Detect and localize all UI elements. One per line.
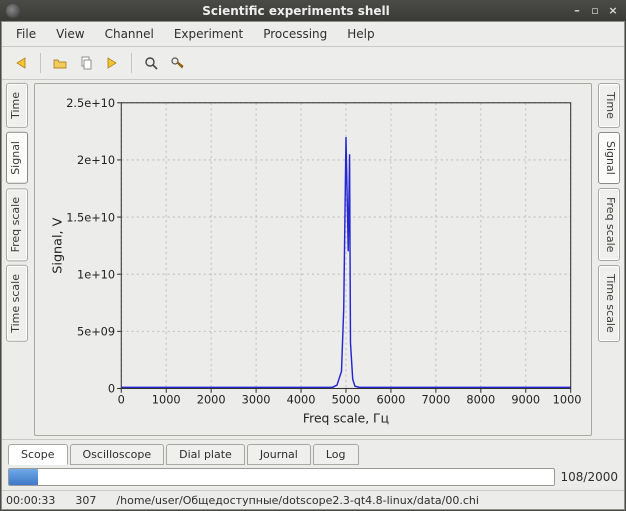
svg-text:1.5e+10: 1.5e+10 [66,210,115,224]
progress-label: 108/2000 [561,470,619,484]
tab-left-time[interactable]: Time [6,83,28,128]
copy-button[interactable] [73,50,99,76]
window-titlebar: Scientific experiments shell – ▫ × [0,0,626,21]
progress-slider[interactable] [8,468,555,486]
tab-right-signal[interactable]: Signal [598,132,620,184]
svg-text:0: 0 [118,392,125,406]
tab-left-freq-scale[interactable]: Freq scale [6,188,28,261]
minimize-button[interactable]: – [570,4,584,18]
svg-text:8000: 8000 [466,392,495,406]
maximize-button[interactable]: ▫ [588,4,602,18]
bottom-tabs: Scope Oscilloscope Dial plate Journal Lo… [2,439,624,464]
menu-file[interactable]: File [6,24,46,44]
app-icon [6,4,20,18]
svg-text:1e+10: 1e+10 [77,267,115,281]
app-window: File View Channel Experiment Processing … [1,21,625,510]
svg-text:2.5e+10: 2.5e+10 [66,96,115,110]
svg-text:Signal, V: Signal, V [50,217,65,274]
toolbar [2,47,624,80]
svg-text:9000: 9000 [511,392,540,406]
menu-processing[interactable]: Processing [253,24,337,44]
tab-right-time[interactable]: Time [598,83,620,128]
forward-button[interactable] [99,50,125,76]
back-button[interactable] [8,50,34,76]
svg-text:7000: 7000 [421,392,450,406]
svg-text:4000: 4000 [287,392,316,406]
close-button[interactable]: × [606,4,620,18]
statusbar: 00:00:33 307 /home/user/Общедоступные/do… [2,490,624,509]
svg-text:Freq scale, Гц: Freq scale, Гц [303,410,389,425]
zoom-button[interactable] [138,50,164,76]
menu-experiment[interactable]: Experiment [164,24,253,44]
svg-text:5e+09: 5e+09 [77,324,115,338]
left-side-tabs: Time Signal Freq scale Time scale [6,80,28,439]
svg-text:2e+10: 2e+10 [77,153,115,167]
status-count: 307 [75,494,96,507]
right-side-tabs: Time Signal Freq scale Time scale [598,80,620,439]
spectrum-plot[interactable]: 0 5e+09 1e+10 1.5e+10 2e+10 2.5e+10 0 1000 2000 3… [45,90,581,429]
progress-row: 108/2000 [2,464,624,490]
tab-left-signal[interactable]: Signal [6,132,28,184]
status-time: 00:00:33 [6,494,55,507]
svg-text:3000: 3000 [242,392,271,406]
window-title: Scientific experiments shell [202,4,390,18]
svg-text:1000: 1000 [152,392,181,406]
menu-channel[interactable]: Channel [95,24,164,44]
tab-log[interactable]: Log [313,444,359,465]
tab-journal[interactable]: Journal [247,444,311,465]
tab-oscilloscope[interactable]: Oscilloscope [70,444,165,465]
menu-help[interactable]: Help [337,24,384,44]
svg-text:0: 0 [108,382,115,396]
svg-text:2000: 2000 [197,392,226,406]
tab-right-time-scale[interactable]: Time scale [598,265,620,342]
tab-dial-plate[interactable]: Dial plate [166,444,245,465]
menubar: File View Channel Experiment Processing … [2,22,624,47]
status-path: /home/user/Общедоступные/dotscope2.3-qt4… [116,494,479,507]
svg-text:6000: 6000 [377,392,406,406]
main-area: Time Signal Freq scale Time scale Time S… [2,80,624,439]
svg-text:10000: 10000 [553,392,581,406]
tab-scope[interactable]: Scope [8,444,68,465]
menu-view[interactable]: View [46,24,94,44]
plot-frame: 0 5e+09 1e+10 1.5e+10 2e+10 2.5e+10 0 1000 2000 3… [34,83,592,436]
settings-button[interactable] [164,50,190,76]
open-folder-button[interactable] [47,50,73,76]
svg-text:5000: 5000 [332,392,361,406]
tab-right-freq-scale[interactable]: Freq scale [598,188,620,261]
tab-left-time-scale[interactable]: Time scale [6,265,28,342]
